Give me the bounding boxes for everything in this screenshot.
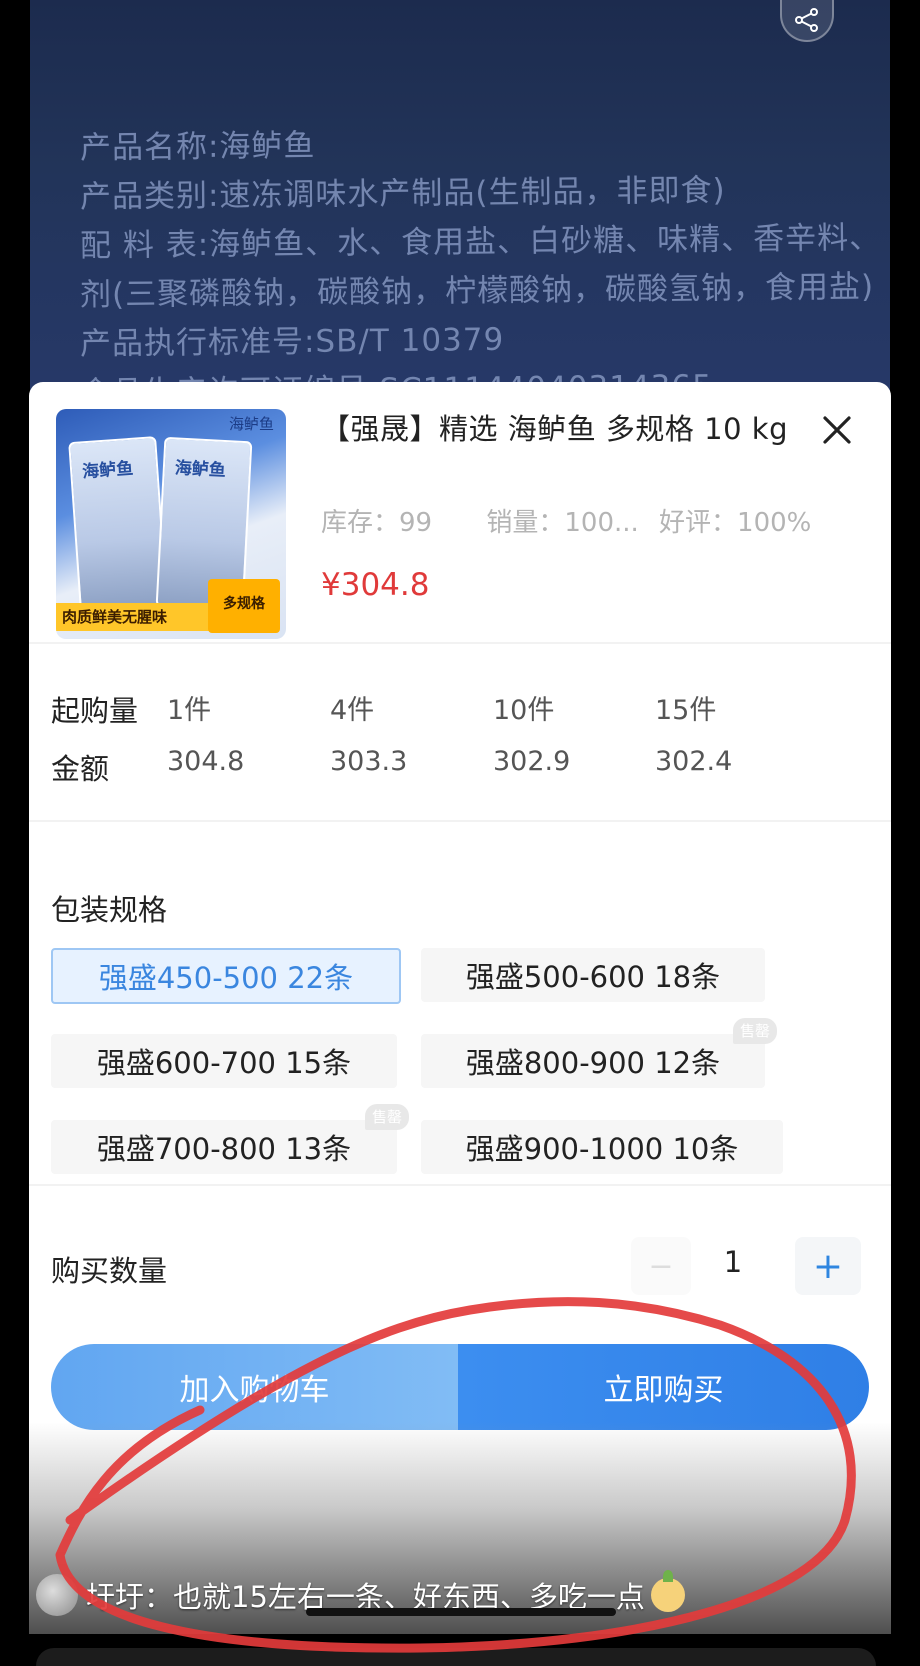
label-line: 配 料 表:海鲈鱼、水、食用盐、白砂糖、味精、香辛料、 bbox=[79, 219, 882, 265]
divider bbox=[29, 1184, 891, 1186]
sku-selection-sheet: 海鲈鱼 海鲈鱼 海鲈鱼 肉质鲜美无腥味 多规格 【强晟】精选 海鲈鱼 多规格 1… bbox=[29, 382, 891, 1634]
spec-option[interactable]: 强盛450-500 22条 bbox=[51, 948, 401, 1004]
spec-section-title: 包装规格 bbox=[51, 893, 168, 927]
share-icon bbox=[795, 8, 818, 32]
label-text-block: 产品名称:海鲈鱼 产品类别:速冻调味水产制品(生制品，非即食) 配 料 表:海鲈… bbox=[80, 120, 890, 414]
spec-option-soldout: 强盛700-800 13条 售罄 bbox=[51, 1104, 409, 1174]
add-to-cart-button[interactable]: 加入购物车 bbox=[51, 1344, 458, 1430]
quantity-label: 购买数量 bbox=[51, 1254, 168, 1288]
pack-text: 海鲈鱼 bbox=[81, 458, 134, 483]
thumbnail-banner: 肉质鲜美无腥味 bbox=[56, 603, 214, 631]
spec-option-soldout: 强盛800-900 12条 售罄 bbox=[421, 1018, 777, 1088]
tier-amount: 302.9 bbox=[493, 746, 571, 777]
close-button[interactable] bbox=[819, 412, 855, 448]
pack-text: 海鲈鱼 bbox=[174, 458, 227, 482]
product-price: ¥304.8 bbox=[321, 567, 430, 603]
label-line: 产品执行标准号:SB/T 10379 bbox=[79, 321, 505, 363]
label-line: 剂(三聚磷酸钠，碳酸钠，柠檬酸钠，碳酸氢钠，食用盐) bbox=[79, 268, 875, 314]
quantity-value[interactable]: 1 bbox=[693, 1245, 773, 1279]
thumbnail-badge: 多规格 bbox=[208, 579, 280, 633]
tier-qty: 15件 bbox=[655, 695, 717, 726]
rating-text: 好评：100% bbox=[659, 508, 812, 538]
action-buttons: 加入购物车 立即购买 bbox=[51, 1344, 869, 1430]
tier-qty: 1件 bbox=[167, 695, 212, 726]
sales-text: 销量：100... bbox=[486, 508, 639, 538]
product-thumbnail: 海鲈鱼 海鲈鱼 海鲈鱼 肉质鲜美无腥味 多规格 bbox=[56, 409, 286, 639]
divider bbox=[29, 642, 891, 644]
fish-pack-image: 海鲈鱼 bbox=[68, 436, 168, 612]
soldout-badge: 售罄 bbox=[733, 1018, 777, 1044]
tier-amount-label: 金额 bbox=[51, 752, 110, 786]
spec-option-label: 强盛900-1000 10条 bbox=[465, 1132, 739, 1166]
home-indicator bbox=[306, 1608, 616, 1616]
tier-qty: 4件 bbox=[330, 695, 375, 726]
quantity-decrement-button[interactable]: − bbox=[631, 1237, 691, 1295]
spec-option-label: 强盛700-800 13条 bbox=[96, 1132, 352, 1166]
screen: 产品名称:海鲈鱼 产品类别:速冻调味水产制品(生制品，非即食) 配 料 表:海鲈… bbox=[0, 0, 920, 1666]
close-icon bbox=[823, 416, 851, 444]
divider bbox=[29, 820, 891, 822]
product-stats: 库存：99 销量：100... 好评：100% bbox=[321, 502, 857, 539]
bottom-panel-edge bbox=[36, 1648, 876, 1666]
label-line: 产品类别:速冻调味水产制品(生制品，非即食) bbox=[79, 172, 726, 216]
tier-qty: 10件 bbox=[493, 695, 555, 726]
buy-now-button[interactable]: 立即购买 bbox=[458, 1344, 869, 1430]
soldout-badge: 售罄 bbox=[365, 1104, 409, 1130]
thumbnail-tag: 海鲈鱼 bbox=[228, 415, 274, 433]
stock-text: 库存：99 bbox=[321, 508, 433, 538]
spec-option-label: 强盛800-900 12条 bbox=[465, 1046, 721, 1080]
quantity-increment-button[interactable]: + bbox=[795, 1237, 861, 1295]
commenter-avatar bbox=[36, 1574, 78, 1616]
product-title: 【强晟】精选 海鲈鱼 多规格 10 kg bbox=[321, 412, 788, 446]
label-line: 产品名称:海鲈鱼 bbox=[79, 127, 316, 167]
spec-option[interactable]: 强盛900-1000 10条 bbox=[421, 1120, 783, 1174]
spec-option[interactable]: 强盛500-600 18条 bbox=[421, 948, 765, 1002]
spec-option[interactable]: 强盛600-700 15条 bbox=[51, 1034, 397, 1088]
commenter-name: 圩圩： bbox=[86, 1580, 174, 1614]
tier-amount: 303.3 bbox=[330, 746, 408, 777]
product-label-photo: 产品名称:海鲈鱼 产品类别:速冻调味水产制品(生制品，非即食) 配 料 表:海鲈… bbox=[30, 0, 890, 420]
spec-option-label: 强盛600-700 15条 bbox=[96, 1046, 352, 1080]
emoji-icon bbox=[650, 1570, 685, 1612]
tier-amount: 304.8 bbox=[167, 746, 245, 777]
tier-qty-label: 起购量 bbox=[51, 694, 139, 728]
tier-amount: 302.4 bbox=[655, 746, 733, 777]
